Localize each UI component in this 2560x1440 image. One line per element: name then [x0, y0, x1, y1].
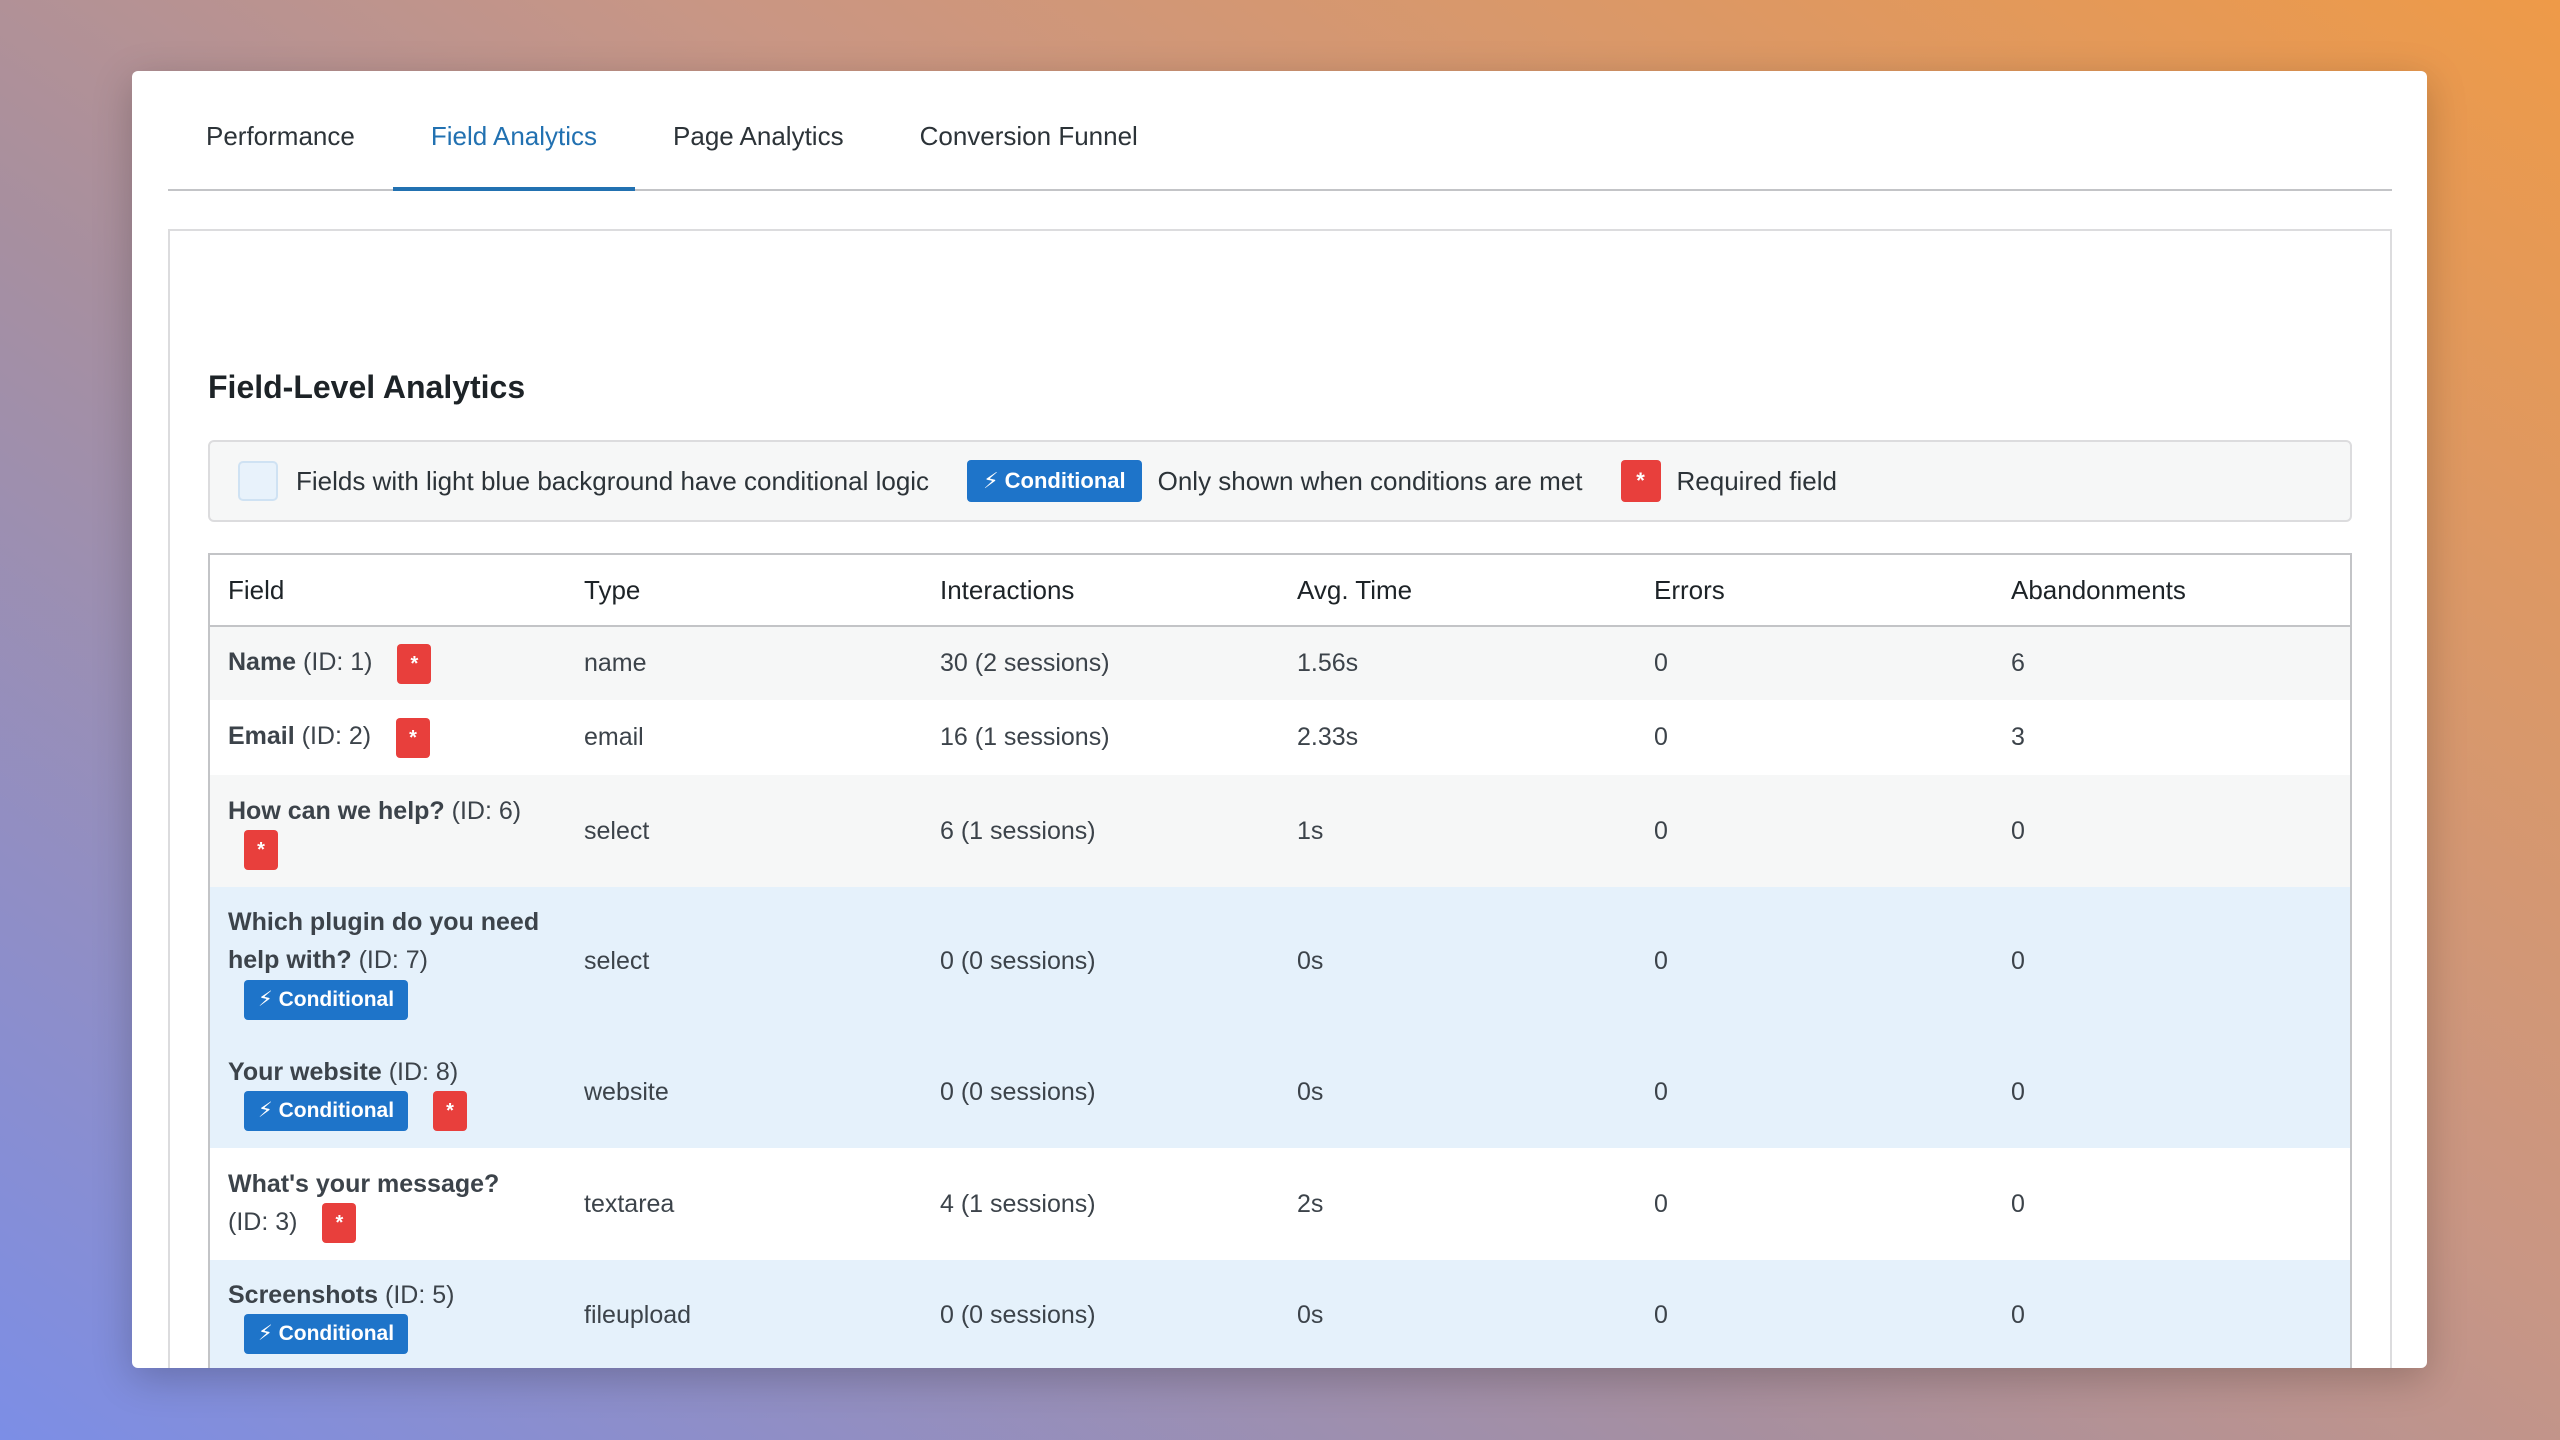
- table-row: Screenshots (ID: 5) ⚡ Conditional fileup…: [210, 1260, 2350, 1368]
- legend-required-badge: *: [1620, 460, 1661, 502]
- conditional-badge: ⚡ Conditional: [244, 979, 409, 1020]
- legend: Fields with light blue background have c…: [208, 440, 2352, 522]
- interactions-cell: 16 (1 sessions): [940, 723, 1110, 751]
- field-id: (ID: 3): [228, 1207, 298, 1236]
- abandonments-cell: 0: [2011, 947, 2025, 975]
- tab-field-analytics[interactable]: Field Analytics: [392, 71, 636, 191]
- field-cell: Name (ID: 1) *: [210, 626, 566, 700]
- required-badge: *: [244, 830, 278, 871]
- column-header-errors: Errors: [1636, 555, 1993, 627]
- type-cell: fileupload: [584, 1300, 692, 1329]
- abandonments-cell: 0: [2011, 816, 2025, 845]
- type-cell: website: [584, 1077, 669, 1106]
- section-title: Field-Level Analytics: [208, 369, 526, 405]
- field-id: (ID: 8): [388, 1057, 459, 1086]
- column-header-abandonments: Abandonments: [1993, 555, 2350, 627]
- tab-conversion-funnel[interactable]: Conversion Funnel: [882, 71, 1176, 189]
- conditional-badge: ⚡ Conditional: [244, 1091, 409, 1132]
- avg-time-cell: 2.33s: [1297, 723, 1359, 751]
- avg-time-cell: 0s: [1297, 947, 1324, 975]
- table-row: What's your message? (ID: 3) * textarea …: [210, 1148, 2350, 1260]
- field-name: What's your message?: [228, 1169, 500, 1198]
- field-id: (ID: 1): [303, 648, 373, 677]
- avg-time-cell: 0s: [1297, 1077, 1324, 1106]
- table-row: How can we help? (ID: 6) * select 6 (1 s…: [210, 775, 2350, 887]
- column-header-type: Type: [566, 555, 922, 627]
- field-name: How can we help?: [228, 796, 445, 825]
- errors-cell: 0: [1654, 723, 1668, 751]
- errors-cell: 0: [1654, 1077, 1668, 1106]
- field-cell: How can we help? (ID: 6) *: [210, 775, 566, 887]
- interactions-cell: 0 (0 sessions): [940, 947, 1096, 975]
- field-name: Screenshots: [228, 1280, 379, 1309]
- field-name: Email: [228, 722, 295, 751]
- errors-cell: 0: [1654, 1189, 1668, 1218]
- field-cell: Email (ID: 2) *: [210, 700, 566, 775]
- interactions-cell: 6 (1 sessions): [940, 816, 1096, 845]
- interactions-cell: 4 (1 sessions): [940, 1189, 1096, 1218]
- field-cell: Which plugin do you need help with? (ID:…: [210, 887, 566, 1036]
- field-cell: Screenshots (ID: 5) ⚡ Conditional: [210, 1260, 566, 1368]
- column-header-avg-time: Avg. Time: [1279, 555, 1636, 627]
- table-row: Email (ID: 2) * email 16 (1 sessions) 2.…: [210, 700, 2350, 775]
- abandonments-cell: 6: [2011, 649, 2025, 677]
- type-cell: select: [584, 947, 650, 975]
- field-id: (ID: 6): [451, 796, 522, 825]
- field-analytics-table: Field Type Interactions Avg. Time Errors…: [208, 553, 2352, 1368]
- conditional-swatch: [238, 461, 278, 501]
- avg-time-cell: 2s: [1297, 1189, 1324, 1218]
- required-badge: *: [397, 643, 432, 684]
- errors-cell: 0: [1654, 649, 1668, 677]
- abandonments-cell: 3: [2011, 723, 2025, 751]
- errors-cell: 0: [1654, 816, 1668, 845]
- tab-page-analytics[interactable]: Page Analytics: [635, 71, 882, 189]
- type-cell: name: [584, 649, 647, 677]
- column-header-field: Field: [210, 555, 566, 627]
- required-badge: *: [433, 1091, 468, 1132]
- legend-conditional-text: Only shown when conditions are met: [1157, 465, 1583, 496]
- interactions-cell: 30 (2 sessions): [940, 649, 1110, 677]
- abandonments-cell: 0: [2011, 1189, 2025, 1218]
- errors-cell: 0: [1654, 947, 1668, 975]
- field-cell: Your website (ID: 8) ⚡ Conditional *: [210, 1036, 566, 1148]
- field-analytics-panel: Field-Level Analytics Fields with light …: [168, 229, 2392, 1368]
- field-id: (ID: 7): [358, 946, 429, 975]
- legend-conditional-bg-text: Fields with light blue background have c…: [296, 465, 930, 496]
- legend-required-text: Required field: [1676, 465, 1837, 496]
- tab-performance[interactable]: Performance: [168, 71, 393, 189]
- errors-cell: 0: [1654, 1300, 1668, 1329]
- field-id: (ID: 5): [385, 1280, 455, 1309]
- field-name: Your website: [228, 1057, 382, 1086]
- table-row: Which plugin do you need help with? (ID:…: [210, 887, 2350, 1036]
- table-row: Name (ID: 1) * name 30 (2 sessions) 1.56…: [210, 626, 2350, 700]
- required-badge: *: [322, 1203, 357, 1244]
- avg-time-cell: 1s: [1297, 816, 1324, 845]
- abandonments-cell: 0: [2011, 1300, 2025, 1329]
- table-row: Your website (ID: 8) ⚡ Conditional * web…: [210, 1036, 2350, 1148]
- analytics-card: Performance Field Analytics Page Analyti…: [132, 71, 2427, 1368]
- required-badge: *: [396, 717, 431, 758]
- field-id: (ID: 2): [301, 722, 372, 751]
- field-name: Name: [228, 648, 297, 677]
- field-cell: What's your message? (ID: 3) *: [210, 1148, 566, 1260]
- type-cell: email: [584, 723, 644, 751]
- type-cell: textarea: [584, 1189, 675, 1218]
- column-header-interactions: Interactions: [922, 555, 1279, 627]
- conditional-badge: ⚡ Conditional: [244, 1314, 409, 1355]
- interactions-cell: 0 (0 sessions): [940, 1077, 1096, 1106]
- avg-time-cell: 0s: [1297, 1300, 1324, 1329]
- table-header-row: Field Type Interactions Avg. Time Errors…: [210, 555, 2350, 627]
- type-cell: select: [584, 816, 650, 845]
- legend-conditional-badge: ⚡ Conditional: [967, 460, 1142, 502]
- interactions-cell: 0 (0 sessions): [940, 1300, 1096, 1329]
- tab-bar: Performance Field Analytics Page Analyti…: [168, 71, 2392, 191]
- avg-time-cell: 1.56s: [1297, 649, 1359, 677]
- abandonments-cell: 0: [2011, 1077, 2025, 1106]
